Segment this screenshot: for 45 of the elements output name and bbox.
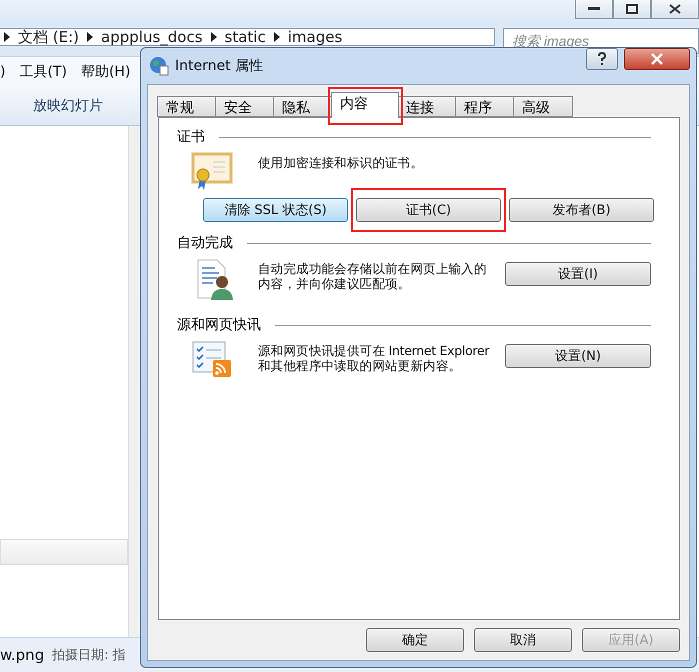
breadcrumb-item[interactable]: 文档 (E:)	[18, 29, 80, 45]
breadcrumb-item[interactable]: appplus_docs	[101, 29, 203, 45]
minimize-icon[interactable]	[575, 0, 613, 19]
dialog-button[interactable]: 证书(C)	[356, 198, 501, 222]
certificate-icon	[191, 152, 235, 192]
menu-item[interactable]: 帮助(H)	[80, 63, 130, 81]
dialog-button[interactable]: 设置(N)	[505, 344, 651, 368]
menu-item[interactable]: 工具(T)	[19, 63, 67, 81]
scrollbar[interactable]	[128, 126, 141, 637]
chevron-icon	[4, 32, 10, 42]
help-icon[interactable]	[586, 48, 618, 70]
chevron-icon	[87, 32, 94, 42]
menu-item[interactable]: )	[0, 64, 6, 80]
tab[interactable]: 安全	[215, 96, 275, 117]
close-icon[interactable]	[651, 0, 699, 19]
toolbar-button[interactable]: 放映幻灯片	[33, 97, 103, 115]
tab[interactable]: 常规	[157, 96, 217, 117]
dialog-button[interactable]: 设置(I)	[505, 262, 651, 286]
section-description: 使用加密连接和标识的证书。	[258, 154, 424, 170]
tab[interactable]: 隐私	[273, 96, 333, 117]
chevron-icon	[210, 32, 217, 42]
tab[interactable]: 高级	[513, 96, 573, 117]
file-detail: 拍摄日期: 指	[52, 647, 126, 664]
maximize-icon[interactable]	[613, 0, 651, 19]
file-name: w.png	[0, 646, 44, 664]
document-person-icon	[195, 258, 235, 302]
section-title: 自动完成	[177, 234, 233, 252]
dialog-button[interactable]: 清除 SSL 状态(S)	[203, 198, 348, 222]
dialog-button[interactable]: 确定	[366, 628, 464, 652]
close-icon[interactable]	[624, 48, 690, 70]
address-bar[interactable]: 文档 (E:) appplus_docs static images	[0, 28, 495, 46]
dialog-button[interactable]: 取消	[474, 628, 572, 652]
tab[interactable]: 连接	[397, 96, 457, 117]
section-description: 自动完成功能会存储以前在网页上输入的内容，并向你建议匹配项。	[258, 260, 488, 291]
globe-icon	[149, 56, 169, 76]
breadcrumb-item[interactable]: static	[224, 29, 266, 45]
dialog-button[interactable]: 发布者(B)	[509, 198, 654, 222]
section-title: 证书	[177, 128, 205, 146]
section-title: 源和网页快讯	[177, 316, 261, 334]
chevron-icon	[274, 32, 280, 42]
tab[interactable]: 程序	[455, 96, 515, 117]
window-title: Internet 属性	[175, 57, 264, 75]
tab[interactable]: 内容	[331, 92, 399, 118]
breadcrumb-item[interactable]: images	[288, 29, 342, 45]
section-description: 源和网页快讯提供可在 Internet Explorer 和其他程序中读取的网站更新内容。	[258, 342, 490, 373]
